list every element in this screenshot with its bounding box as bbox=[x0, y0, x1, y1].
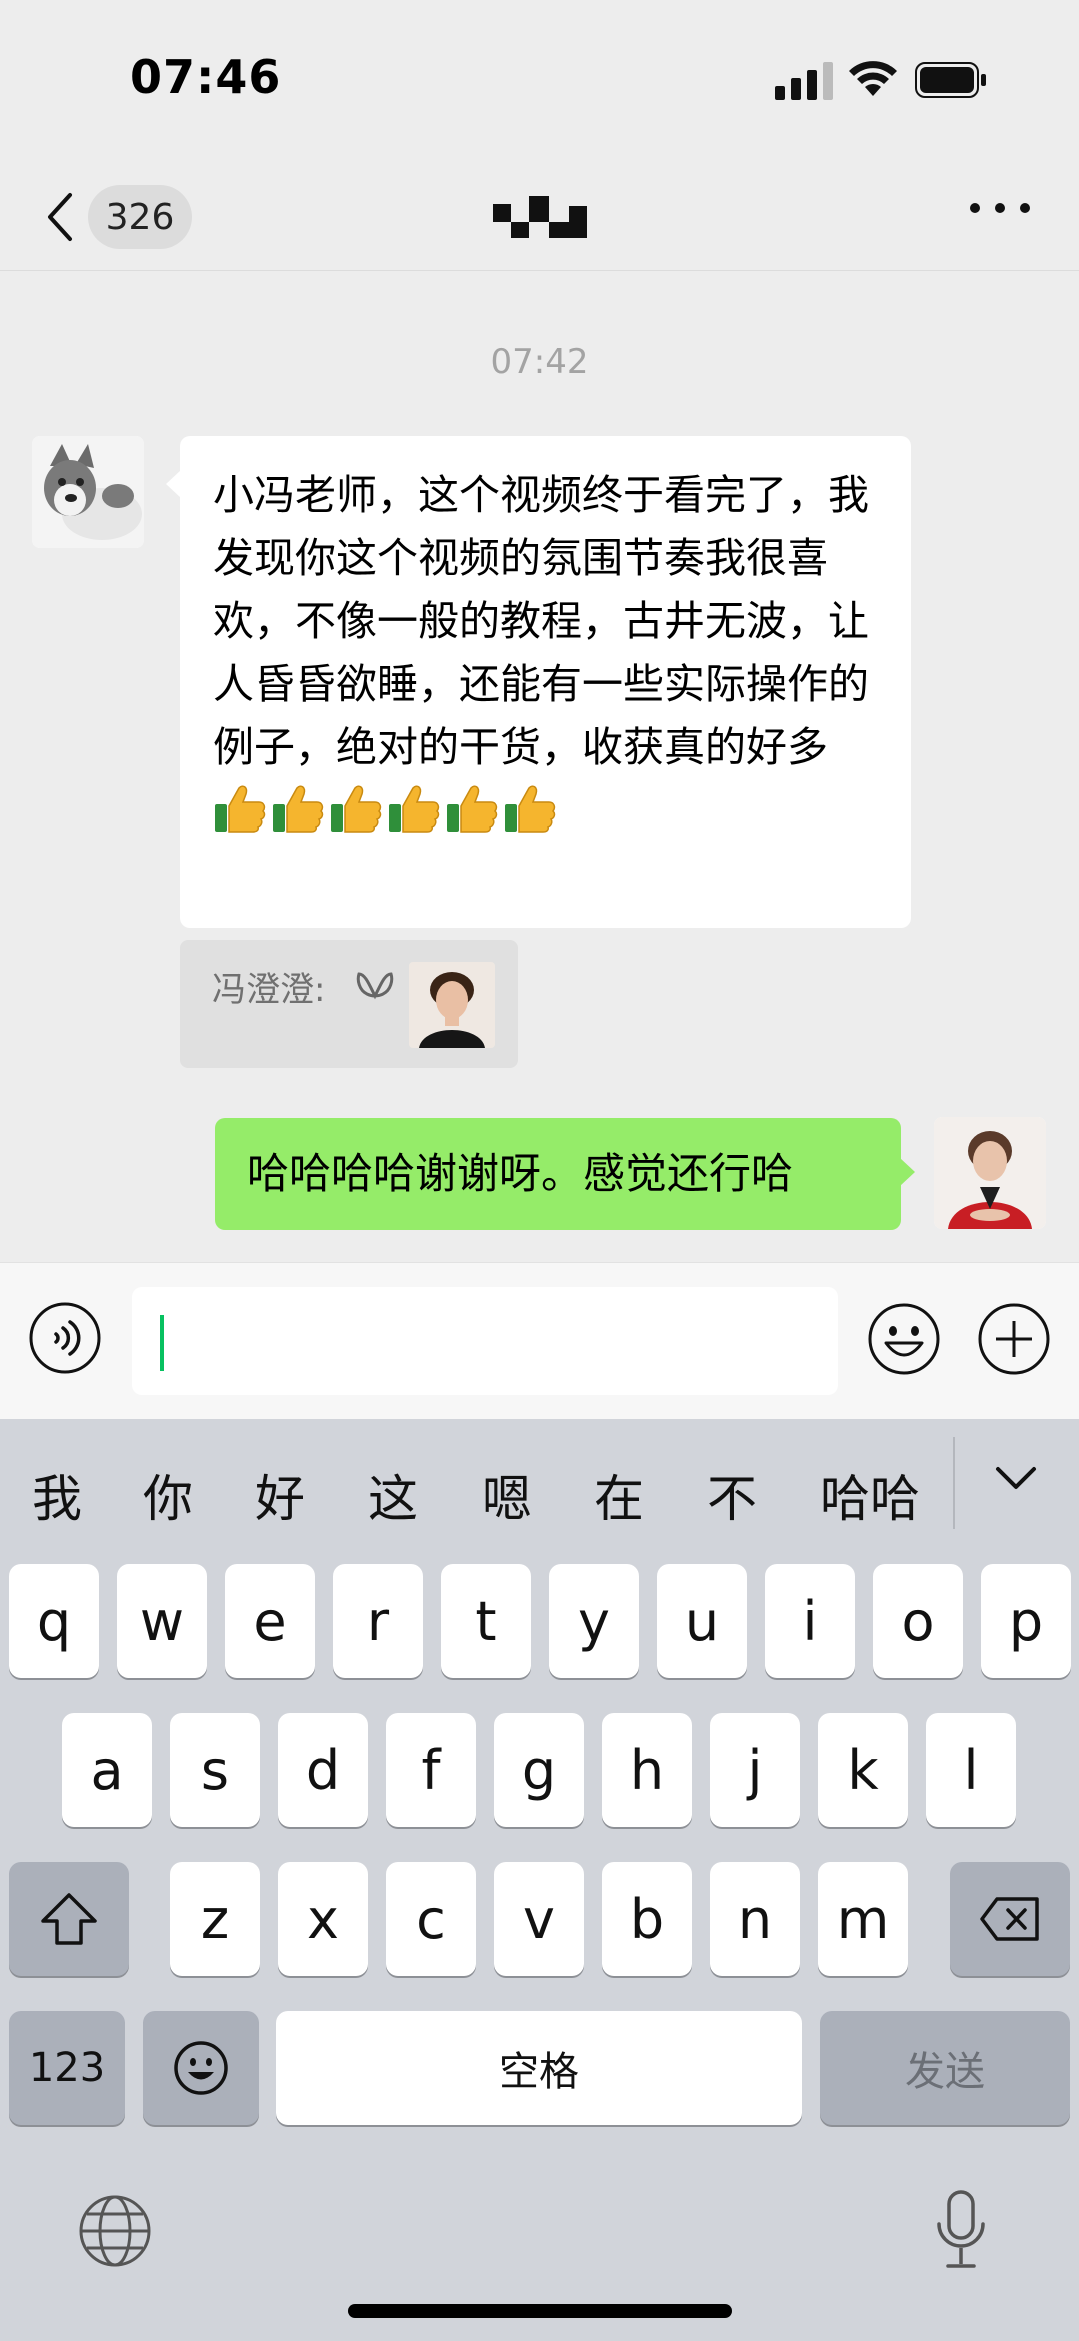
thumbs-up-icon bbox=[505, 785, 556, 833]
key-q[interactable]: q bbox=[9, 1564, 99, 1678]
thumbs-up-icon bbox=[447, 785, 498, 833]
candidate-bar: 我 你 好 这 嗯 在 不 哈哈 bbox=[0, 1419, 1079, 1559]
quoted-message-card[interactable]: 冯澄澄: bbox=[180, 940, 518, 1068]
key-y[interactable]: y bbox=[549, 1564, 639, 1678]
key-i[interactable]: i bbox=[765, 1564, 855, 1678]
signal-icon bbox=[775, 62, 833, 100]
key-t[interactable]: t bbox=[441, 1564, 531, 1678]
key-x[interactable]: x bbox=[278, 1862, 368, 1976]
thumbs-up-emoji-group bbox=[213, 785, 561, 834]
more-options-button[interactable] bbox=[970, 183, 1030, 233]
candidate-word[interactable]: 哈哈 bbox=[820, 1459, 920, 1531]
channels-icon bbox=[356, 972, 394, 1000]
incoming-message-bubble[interactable]: 小冯老师，这个视频终于看完了，我发现你这个视频的氛围节奏我很喜欢，不像一般的教程… bbox=[166, 436, 911, 928]
quoted-video-thumbnail bbox=[409, 962, 495, 1048]
key-c[interactable]: c bbox=[386, 1862, 476, 1976]
key-p[interactable]: p bbox=[981, 1564, 1071, 1678]
thumbs-up-icon bbox=[389, 785, 440, 833]
my-avatar[interactable] bbox=[934, 1117, 1046, 1229]
more-dot-icon bbox=[970, 203, 980, 213]
emoji-key[interactable] bbox=[143, 2011, 259, 2125]
numbers-key[interactable]: 123 bbox=[9, 2011, 125, 2125]
keyboard: 我 你 好 这 嗯 在 不 哈哈 q w e r t y u i o p a s… bbox=[0, 1419, 1079, 2341]
plus-icon[interactable] bbox=[976, 1301, 1052, 1377]
key-d[interactable]: d bbox=[278, 1713, 368, 1827]
unread-count-badge: 326 bbox=[88, 185, 192, 249]
profile-avatar-image bbox=[934, 1117, 1046, 1229]
backspace-key[interactable] bbox=[950, 1862, 1070, 1976]
message-timestamp: 07:42 bbox=[490, 342, 589, 382]
chat-title-redacted-mosaic bbox=[493, 196, 587, 238]
voice-input-icon[interactable] bbox=[28, 1301, 102, 1375]
key-l[interactable]: l bbox=[926, 1713, 1016, 1827]
husky-avatar-image bbox=[32, 436, 144, 548]
backspace-icon bbox=[980, 1897, 1039, 1941]
key-v[interactable]: v bbox=[494, 1862, 584, 1976]
key-m[interactable]: m bbox=[818, 1862, 908, 1976]
wifi-icon bbox=[849, 61, 897, 96]
key-z[interactable]: z bbox=[170, 1862, 260, 1976]
more-dot-icon bbox=[995, 203, 1005, 213]
candidate-divider bbox=[953, 1437, 955, 1529]
battery-icon bbox=[915, 62, 986, 98]
key-r[interactable]: r bbox=[333, 1564, 423, 1678]
thumbs-up-icon bbox=[273, 785, 324, 833]
shift-icon bbox=[41, 1893, 97, 1945]
candidate-word[interactable]: 这 bbox=[368, 1459, 418, 1531]
microphone-icon[interactable] bbox=[934, 2190, 988, 2272]
key-k[interactable]: k bbox=[818, 1713, 908, 1827]
thumbs-up-icon bbox=[331, 785, 382, 833]
status-bar: 07:46 bbox=[0, 0, 1079, 160]
key-o[interactable]: o bbox=[873, 1564, 963, 1678]
quote-sender-name: 冯澄澄: bbox=[212, 970, 326, 1010]
candidate-word[interactable]: 嗯 bbox=[482, 1459, 532, 1531]
key-h[interactable]: h bbox=[602, 1713, 692, 1827]
space-key[interactable]: 空格 bbox=[276, 2011, 802, 2125]
candidate-word[interactable]: 你 bbox=[143, 1459, 193, 1531]
key-a[interactable]: a bbox=[62, 1713, 152, 1827]
emoji-icon[interactable] bbox=[866, 1301, 942, 1377]
key-f[interactable]: f bbox=[386, 1713, 476, 1827]
message-input-bar bbox=[0, 1262, 1079, 1420]
candidate-word[interactable]: 在 bbox=[594, 1459, 644, 1531]
shift-key[interactable] bbox=[9, 1862, 129, 1976]
chevron-left-icon bbox=[48, 193, 72, 241]
key-u[interactable]: u bbox=[657, 1564, 747, 1678]
key-b[interactable]: b bbox=[602, 1862, 692, 1976]
chevron-down-icon[interactable] bbox=[992, 1459, 1040, 1499]
key-j[interactable]: j bbox=[710, 1713, 800, 1827]
key-e[interactable]: e bbox=[225, 1564, 315, 1678]
globe-icon[interactable] bbox=[78, 2194, 152, 2268]
incoming-message-text: 小冯老师，这个视频终于看完了，我发现你这个视频的氛围节奏我很喜欢，不像一般的教程… bbox=[213, 471, 869, 771]
back-button[interactable]: 326 bbox=[42, 185, 202, 249]
candidate-word[interactable]: 不 bbox=[707, 1459, 757, 1531]
send-key[interactable]: 发送 bbox=[820, 2011, 1070, 2125]
sender-avatar[interactable] bbox=[32, 436, 144, 548]
thumbs-up-icon bbox=[215, 785, 266, 833]
more-dot-icon bbox=[1020, 203, 1030, 213]
emoji-icon bbox=[174, 2041, 228, 2095]
candidate-word[interactable]: 好 bbox=[255, 1459, 305, 1531]
home-indicator[interactable] bbox=[348, 2304, 732, 2318]
status-time: 07:46 bbox=[130, 50, 282, 104]
key-g[interactable]: g bbox=[494, 1713, 584, 1827]
key-w[interactable]: w bbox=[117, 1564, 207, 1678]
key-n[interactable]: n bbox=[710, 1862, 800, 1976]
text-cursor bbox=[160, 1315, 164, 1371]
message-text-input[interactable] bbox=[132, 1287, 838, 1395]
outgoing-message-bubble[interactable]: 哈哈哈哈谢谢呀。感觉还行哈 bbox=[215, 1118, 915, 1230]
candidate-word[interactable]: 我 bbox=[32, 1459, 82, 1531]
key-s[interactable]: s bbox=[170, 1713, 260, 1827]
